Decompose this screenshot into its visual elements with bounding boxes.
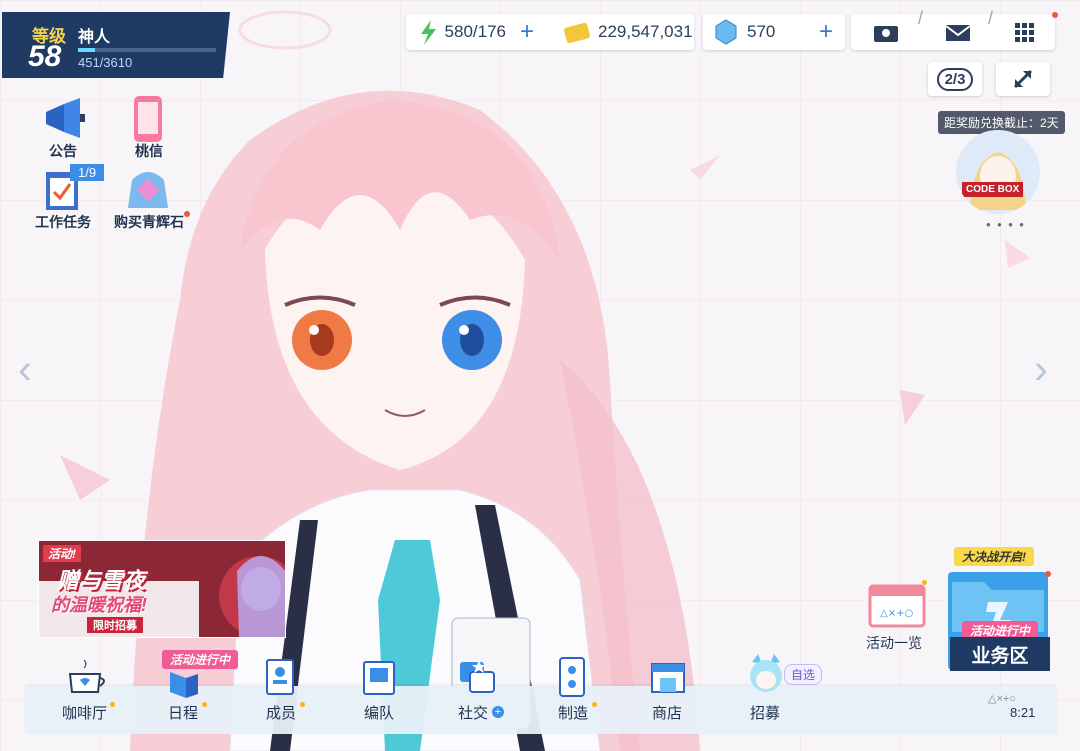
phone-icon[interactable] (128, 94, 168, 144)
schedule-ongoing-tag: 活动进行中 (162, 650, 239, 669)
gem-counter[interactable]: 570 + (703, 14, 845, 50)
pyroxene-gem-icon (715, 19, 737, 45)
next-page-arrow-icon[interactable]: › (1034, 345, 1048, 393)
notification-dot (922, 580, 927, 585)
notification-dot (1052, 12, 1058, 18)
dock-symbols: △×+○ (988, 693, 1016, 705)
social-plus-badge-icon: + (492, 706, 504, 718)
notification-dot (592, 702, 597, 707)
codebox-logo: CODE BOX (962, 182, 1024, 197)
cafe-cup-icon[interactable] (66, 656, 108, 698)
momotalk-label: 桃信 (135, 143, 163, 159)
credits-value: 229,547,031 (598, 22, 693, 41)
expand-button[interactable] (996, 62, 1050, 96)
recruit-icon[interactable] (744, 652, 788, 698)
exp-text: 451/3610 (78, 55, 133, 70)
mail-icon[interactable] (944, 22, 972, 44)
dock-shop-label: 商店 (652, 705, 683, 722)
formation-icon[interactable] (362, 660, 396, 698)
prev-page-arrow-icon[interactable]: ‹ (18, 345, 32, 393)
player-name: 神人 (78, 29, 111, 46)
dock-members-label: 成员 (266, 705, 297, 722)
gem-value: 570 (747, 22, 776, 41)
dock-cafe-label: 咖啡厅 (62, 705, 108, 722)
notification-dot (202, 702, 207, 707)
event-character-portrait (956, 130, 1040, 214)
pyroxene-bag-icon[interactable] (124, 162, 172, 212)
notice-label: 公告 (49, 143, 77, 159)
dock-recruit-label: 招募 (750, 705, 781, 722)
event-sub-tag: 限时招募 (87, 617, 143, 633)
profile-card-icon[interactable] (872, 22, 900, 44)
notification-dot (300, 702, 305, 707)
shop-icon[interactable] (648, 660, 688, 696)
event-thumbnail[interactable]: CODE BOX (956, 130, 1040, 214)
page-cycle-button[interactable]: 2/3 (928, 62, 982, 96)
carousel-dots: ● ● ● ● (986, 220, 1026, 229)
dock-social-label: 社交 (458, 705, 489, 722)
crafting-icon[interactable] (556, 656, 588, 700)
calendar-icon[interactable]: △×+○ (866, 580, 928, 630)
dock-schedule-label: 日程 (168, 705, 199, 722)
exp-bar (78, 48, 216, 52)
members-icon[interactable] (264, 658, 296, 698)
dock-formation-label: 编队 (364, 705, 395, 722)
buy-pyroxene-label: 购买青辉石 (114, 214, 184, 230)
level-number: 58 (28, 40, 62, 73)
stamina-add-button[interactable]: + (520, 20, 534, 44)
svg-text:△×+○: △×+○ (880, 608, 913, 619)
event-banner[interactable]: 活动! 赠与雪夜 的温暖祝福! 限时招募 (38, 540, 286, 638)
menu-grid-icon[interactable] (1014, 22, 1036, 44)
task-count-badge: 1/9 (70, 164, 105, 181)
social-icon[interactable] (456, 658, 496, 698)
gem-add-button[interactable]: + (819, 20, 833, 44)
megaphone-icon[interactable] (40, 96, 88, 140)
player-level-panel[interactable]: 等级 58 神人 451/3610 (2, 12, 230, 78)
notification-dot (110, 702, 115, 707)
dock-crafting-label: 制造 (558, 705, 589, 722)
notification-dot (184, 211, 190, 217)
task-label: 工作任务 (35, 214, 91, 230)
event-tag: 活动! (43, 545, 81, 562)
recruit-select-tag: 自选 (784, 664, 823, 685)
stamina-value: 580/176 (444, 22, 506, 41)
page-indicator: 2/3 (936, 67, 974, 91)
event-title-line2: 的温暖祝福! (51, 595, 147, 615)
activity-list-label: 活动一览 (866, 635, 922, 651)
separator: / (918, 8, 924, 28)
battle-start-tag: 大决战开启! (954, 547, 1034, 566)
lightning-icon (421, 20, 436, 45)
expand-arrows-icon (1013, 69, 1033, 89)
clock-time: 8:21 (1010, 705, 1036, 720)
credits-counter: 229,547,031 (556, 14, 694, 50)
schedule-icon[interactable] (166, 668, 202, 700)
exp-bar-fill (78, 48, 96, 52)
business-area-label: 业务区 (950, 637, 1050, 671)
notification-dot (1045, 571, 1051, 577)
credit-card-icon (564, 22, 590, 44)
separator: / (988, 8, 994, 28)
